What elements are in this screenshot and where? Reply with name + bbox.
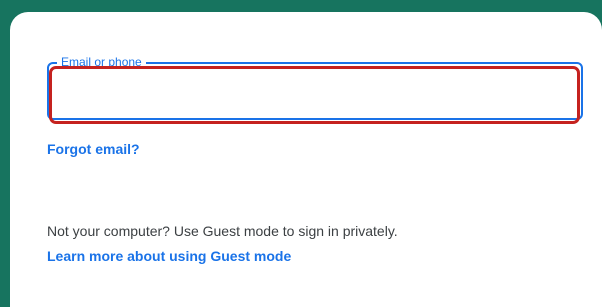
email-field[interactable] [49,66,580,124]
learn-more-guest-mode-link[interactable]: Learn more about using Guest mode [47,247,291,265]
email-field-container: Email or phone [47,52,586,129]
forgot-email-link[interactable]: Forgot email? [47,140,140,158]
sign-in-card: Email or phone Forgot email? Not your co… [10,12,602,307]
guest-mode-text: Not your computer? Use Guest mode to sig… [47,223,398,239]
